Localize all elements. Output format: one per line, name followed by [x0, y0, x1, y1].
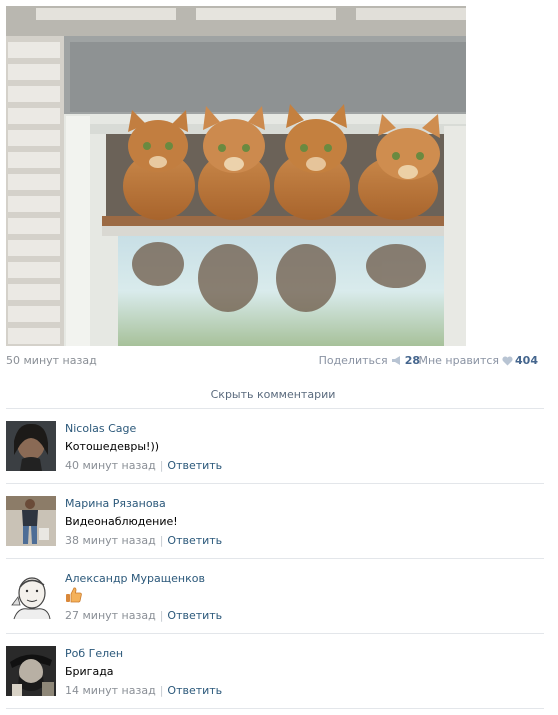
divider [6, 708, 544, 709]
reply-link[interactable]: Ответить [167, 684, 222, 697]
post-time: 50 минут назад [6, 354, 97, 367]
comment-author[interactable]: Nicolas Cage [65, 422, 136, 435]
avatar[interactable] [6, 421, 56, 471]
comment-time[interactable]: 40 минут назад [65, 459, 156, 472]
reply-link[interactable]: Ответить [167, 459, 222, 472]
meta-separator: | [159, 534, 164, 547]
meta-separator: | [159, 609, 164, 622]
comment-author[interactable]: Александр Муращенков [65, 572, 205, 585]
comment-item: Nicolas Cage Котошедевры!)) 40 минут наз… [6, 408, 544, 483]
comment-author[interactable]: Роб Гелен [65, 647, 123, 660]
comment-text: Видеонаблюдение! [65, 515, 178, 528]
comment-item: Роб Гелен Бригада 14 минут назад | Ответит… [6, 633, 544, 708]
cats-window-photo [6, 6, 466, 346]
comment-text: Бригада [65, 665, 114, 678]
reply-link[interactable]: Ответить [167, 609, 222, 622]
comment-meta: 38 минут назад | Ответить [65, 534, 222, 547]
comment-time[interactable]: 14 минут назад [65, 684, 156, 697]
avatar[interactable] [6, 496, 56, 546]
avatar[interactable] [6, 646, 56, 696]
like-count: 404 [515, 354, 538, 367]
heart-icon [502, 356, 513, 369]
comment-time[interactable]: 27 минут назад [65, 609, 156, 622]
thumbs-up-icon [65, 586, 83, 604]
meta-separator: | [159, 459, 164, 472]
post-meta-row: 50 минут назад Поделиться 28 Мне нравится… [6, 354, 538, 370]
hide-comments-link[interactable]: Скрыть комментарии [0, 388, 546, 401]
share-label: Поделиться [318, 354, 388, 367]
post-photo[interactable] [6, 6, 466, 346]
megaphone-icon [391, 355, 403, 369]
reply-link[interactable]: Ответить [167, 534, 222, 547]
comment-item: Марина Рязанова Видеонаблюдение! 38 мину… [6, 483, 544, 558]
avatar[interactable] [6, 571, 56, 621]
comment-author[interactable]: Марина Рязанова [65, 497, 166, 510]
comment-item: Александр Муращенков 27 минут назад | Отве… [6, 558, 544, 633]
comment-text: Котошедевры!)) [65, 440, 160, 453]
meta-separator: | [159, 684, 164, 697]
share-button[interactable]: Поделиться 28 [319, 354, 420, 369]
comment-meta: 40 минут назад | Ответить [65, 459, 222, 472]
comment-meta: 27 минут назад | Ответить [65, 609, 222, 622]
like-label: Мне нравится [418, 354, 500, 367]
comment-meta: 14 минут назад | Ответить [65, 684, 222, 697]
comment-time[interactable]: 38 минут назад [65, 534, 156, 547]
like-button[interactable]: Мне нравится 404 [418, 354, 538, 369]
